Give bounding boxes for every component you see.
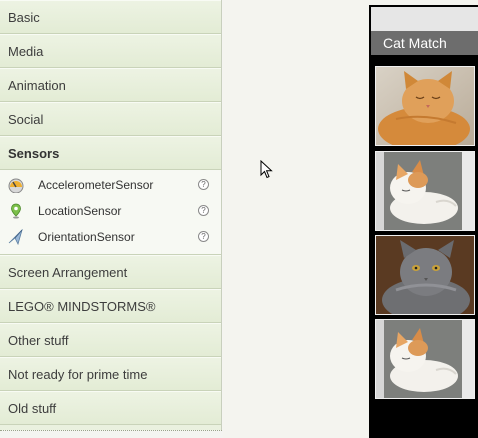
component-label: LocationSensor — [38, 204, 122, 218]
status-bar — [371, 7, 478, 31]
drawer-lego-mindstorms[interactable]: LEGO® MINDSTORMS® — [0, 289, 221, 323]
component-accelerometer-sensor[interactable]: AccelerometerSensor ? — [0, 172, 221, 198]
component-label: AccelerometerSensor — [38, 178, 154, 192]
location-pin-icon — [11, 203, 21, 219]
drawer-other-stuff[interactable]: Other stuff — [0, 323, 221, 357]
app-title: Cat Match — [371, 31, 478, 55]
component-orientation-sensor[interactable]: OrientationSensor ? — [0, 224, 221, 250]
help-icon[interactable]: ? — [198, 231, 209, 242]
drawer-basic[interactable]: Basic — [0, 0, 221, 34]
orange-cat-image — [376, 67, 474, 145]
help-icon[interactable]: ? — [198, 205, 209, 216]
drawer-not-ready[interactable]: Not ready for prime time — [0, 357, 221, 391]
mouse-cursor-icon — [260, 160, 273, 179]
component-palette: Basic Media Animation Social Sensors Acc… — [0, 0, 222, 430]
grey-cat-image — [376, 236, 474, 314]
drawer-media[interactable]: Media — [0, 34, 221, 68]
component-label: OrientationSensor — [38, 230, 135, 244]
white-orange-cat-image — [376, 152, 474, 230]
image-button-1[interactable] — [375, 66, 475, 146]
image-button-2[interactable] — [375, 151, 475, 231]
phone-preview: Cat Match — [369, 5, 478, 438]
drawer-social[interactable]: Social — [0, 102, 221, 136]
help-icon[interactable]: ? — [198, 179, 209, 190]
drawer-sensors[interactable]: Sensors — [0, 136, 221, 170]
sensors-drawer-content: AccelerometerSensor ? LocationSensor ? O… — [0, 170, 221, 255]
orientation-icon — [8, 229, 23, 245]
palette-footer — [0, 430, 222, 438]
drawer-old-stuff[interactable]: Old stuff — [0, 391, 221, 425]
image-button-4[interactable] — [375, 319, 475, 399]
white-orange-cat-image — [376, 320, 474, 398]
drawer-animation[interactable]: Animation — [0, 68, 221, 102]
drawer-screen-arrangement[interactable]: Screen Arrangement — [0, 255, 221, 289]
component-location-sensor[interactable]: LocationSensor ? — [0, 198, 221, 224]
image-button-3[interactable] — [375, 235, 475, 315]
accelerometer-icon — [8, 178, 24, 193]
designer-window: Basic Media Animation Social Sensors Acc… — [0, 0, 478, 438]
